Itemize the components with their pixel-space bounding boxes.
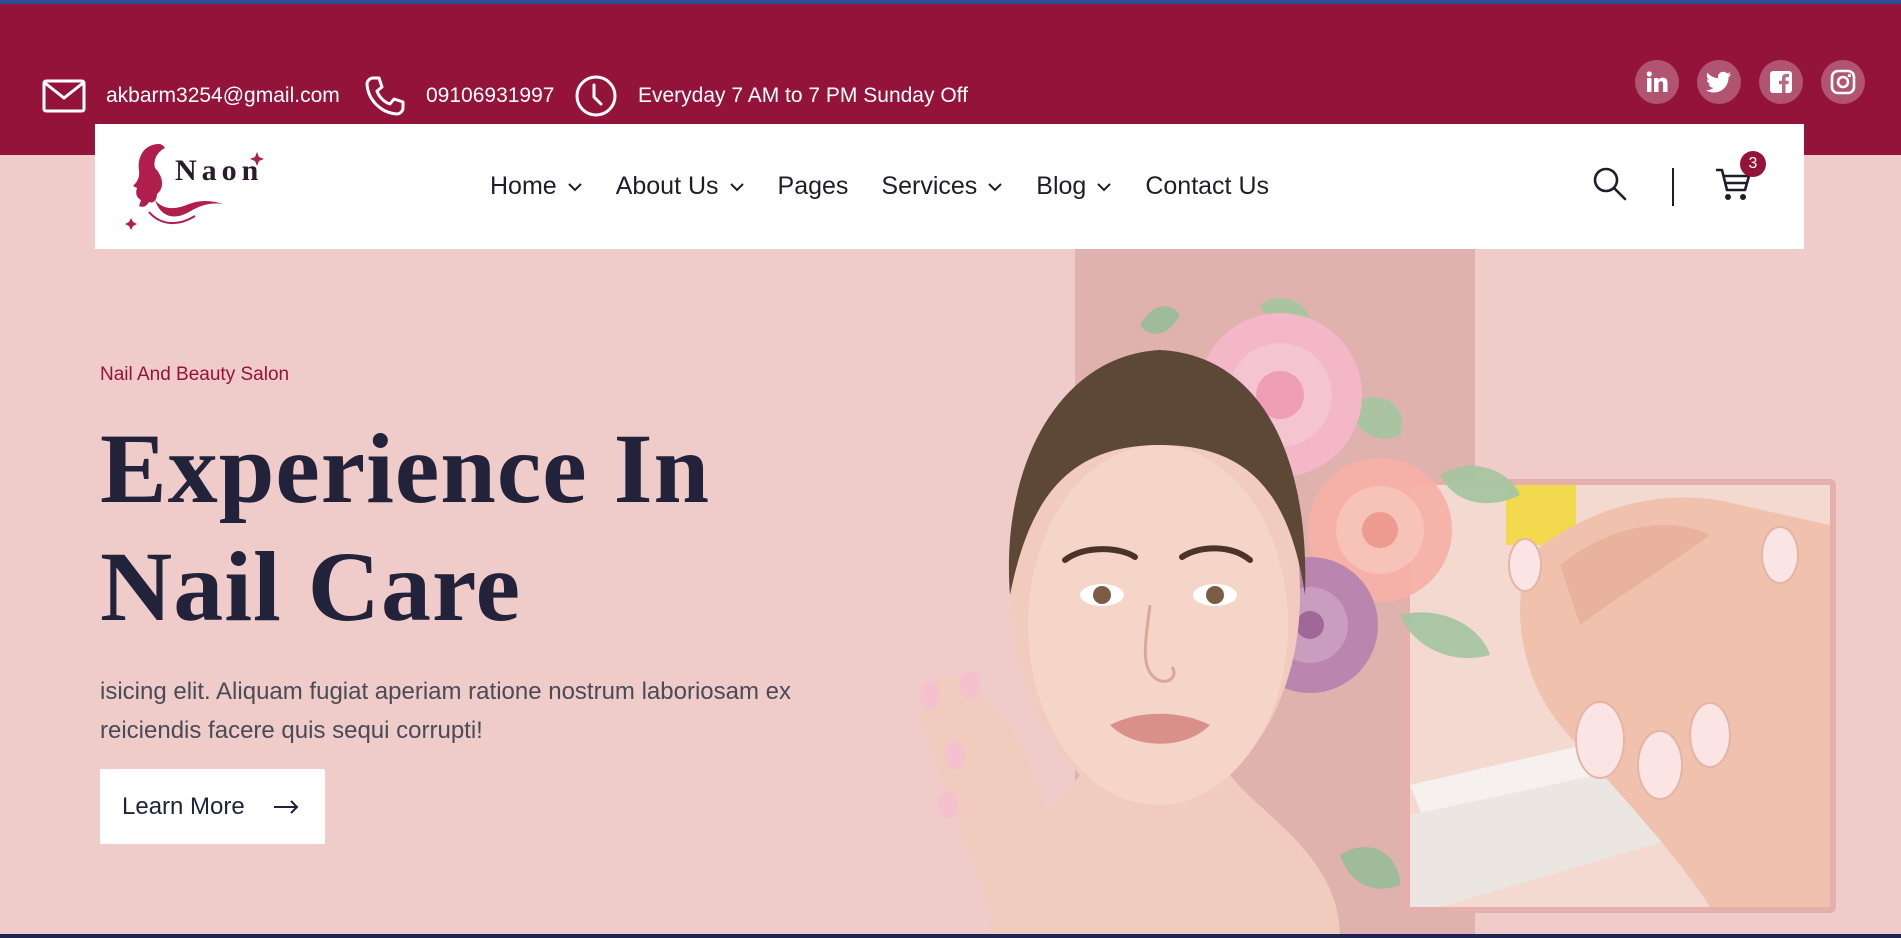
hero-content: Nail And Beauty Salon Experience In Nail… <box>100 364 880 750</box>
nav-item-label: Services <box>881 172 978 200</box>
mail-icon <box>42 78 86 114</box>
social-links <box>1635 60 1865 104</box>
clock-icon <box>574 74 618 118</box>
learn-more-label: Learn More <box>122 792 245 820</box>
woman-with-flowers-image <box>920 297 1520 938</box>
hero-title-line-1: Experience In <box>100 413 711 524</box>
nav-item-home[interactable]: Home <box>490 172 583 201</box>
twitter-icon[interactable] <box>1697 60 1741 104</box>
chevron-down-icon <box>988 182 1003 191</box>
chevron-down-icon <box>1097 182 1112 191</box>
phone-text[interactable]: 09106931997 <box>426 84 554 108</box>
nav-item-label: Blog <box>1036 172 1087 200</box>
nav-item-services[interactable]: Services <box>881 172 1003 201</box>
nav-item-about-us[interactable]: About Us <box>616 172 745 201</box>
nav-item-label: Contact Us <box>1145 172 1270 200</box>
chevron-down-icon <box>567 182 582 191</box>
search-icon[interactable] <box>1592 166 1628 207</box>
logo-text: Naon <box>175 154 264 187</box>
hours-text: Everyday 7 AM to 7 PM Sunday Off <box>638 84 968 107</box>
linkedin-icon[interactable] <box>1635 60 1679 104</box>
nav-item-label: Home <box>490 172 557 200</box>
cart-button[interactable]: 3 <box>1714 151 1766 208</box>
nav-item-pages[interactable]: Pages <box>778 172 849 201</box>
chevron-down-icon <box>729 182 744 191</box>
phone-icon <box>364 75 406 117</box>
facebook-icon[interactable] <box>1759 60 1803 104</box>
brand-logo[interactable]: Naon <box>119 138 269 234</box>
nav-menu: Home About Us Pages Services Blog Contac… <box>490 124 1302 249</box>
bottom-edge-line <box>0 934 1901 938</box>
hero-title: Experience In Nail Care <box>100 410 880 646</box>
hero-description: isicing elit. Aliquam fugiat aperiam rat… <box>100 678 791 744</box>
main-navbar: Naon Home About Us Pages Services Blog C… <box>95 124 1804 249</box>
nav-item-label: About Us <box>615 172 719 200</box>
arrow-right-icon <box>273 799 299 814</box>
email-contact[interactable]: akbarm3254@gmail.com <box>42 72 340 120</box>
nav-item-label: Pages <box>777 172 849 200</box>
hero-subtitle: Nail And Beauty Salon <box>100 364 290 385</box>
nav-divider <box>1672 167 1674 206</box>
nav-item-blog[interactable]: Blog <box>1036 172 1112 201</box>
hours-info: Everyday 7 AM to 7 PM Sunday Off <box>574 72 968 120</box>
nav-item-contact-us[interactable]: Contact Us <box>1145 172 1269 201</box>
nav-actions: 3 <box>1592 124 1766 249</box>
cart-count-badge: 3 <box>1740 151 1766 177</box>
learn-more-button[interactable]: Learn More <box>100 769 325 844</box>
instagram-icon[interactable] <box>1821 60 1865 104</box>
hero-title-line-2: Nail Care <box>100 531 521 642</box>
email-text[interactable]: akbarm3254@gmail.com <box>106 84 340 108</box>
phone-contact[interactable]: 09106931997 <box>364 72 554 120</box>
